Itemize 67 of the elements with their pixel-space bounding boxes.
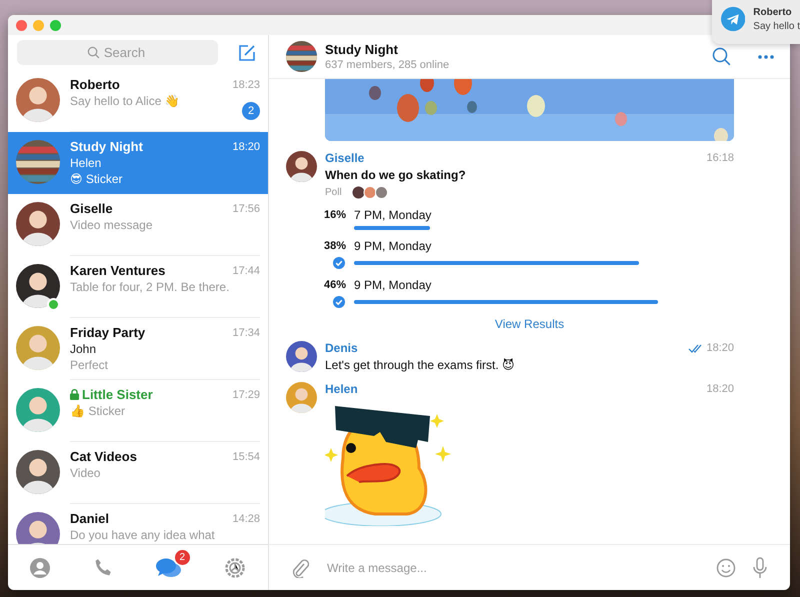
author-name: Giselle <box>325 151 364 165</box>
poll-option: 9 PM, Monday <box>354 239 734 253</box>
profile-icon <box>28 556 51 578</box>
chat-name: Giselle <box>70 201 113 216</box>
notification-text: Say hello t <box>753 20 800 32</box>
author-name: Denis <box>325 341 358 355</box>
chat-name: Karen Ventures <box>70 263 166 278</box>
notification-banner[interactable]: Roberto Say hello t <box>712 0 800 44</box>
search-icon <box>87 46 100 59</box>
zoom-button[interactable] <box>50 20 61 30</box>
close-button[interactable] <box>16 20 27 30</box>
message-preview: Video message <box>70 218 154 232</box>
chat-time: 18:20 <box>232 140 260 152</box>
message-preview: Video <box>70 466 102 480</box>
poll-label: Poll <box>325 187 342 198</box>
chat-title: Study Night <box>325 42 399 57</box>
chat-name: Cat Videos <box>70 449 137 464</box>
message-preview: Table for four, 2 PM. Be there. <box>70 280 230 294</box>
message-time: 18:20 <box>706 342 734 354</box>
message-time: 16:18 <box>706 152 734 164</box>
member-count: 637 members, 285 online <box>325 59 450 71</box>
chat-name: Roberto <box>70 77 120 92</box>
more-button[interactable] <box>758 54 774 58</box>
message-preview: Say hello to Alice 👋 <box>70 94 181 108</box>
poll-option: 7 PM, Monday <box>354 208 734 222</box>
poll-percent: 46% <box>324 279 348 291</box>
chat-name: Friday Party <box>70 325 146 340</box>
chat-name: Study Night <box>70 139 143 154</box>
poll-percent: 16% <box>324 209 348 221</box>
chat-time: 17:44 <box>232 264 260 276</box>
settings-icon <box>223 556 248 580</box>
message-text: Let's get through the exams first. 😈 <box>325 358 516 372</box>
author-name: Helen <box>325 382 358 396</box>
view-results-button[interactable]: View Results <box>494 317 564 331</box>
unread-badge: 2 <box>242 102 260 120</box>
unread-badge: 2 <box>174 550 190 564</box>
voter-avatars-icon <box>352 186 390 199</box>
poll-question: When do we go skating? <box>325 168 467 182</box>
chat-time: 15:54 <box>232 450 260 462</box>
message-preview: 😎 Sticker <box>70 172 124 186</box>
microphone-button[interactable] <box>752 556 768 578</box>
sender-name: John <box>70 342 98 356</box>
chat-time: 17:56 <box>232 202 260 214</box>
chat-time: 17:29 <box>232 388 260 400</box>
chat-list-item[interactable]: Study Night 18:20 Helen 😎 Sticker <box>8 132 268 194</box>
attach-button[interactable] <box>291 558 309 578</box>
message-time: 18:20 <box>706 383 734 395</box>
message-preview: Do you have any idea what <box>70 528 216 542</box>
chat-time: 17:34 <box>232 326 260 338</box>
poll-option: 9 PM, Monday <box>354 278 734 292</box>
emoji-button[interactable] <box>716 558 736 578</box>
paper-plane-icon <box>721 6 746 32</box>
poll-percent: 38% <box>324 240 348 252</box>
message-preview: Perfect <box>70 358 110 372</box>
search-field[interactable]: Search <box>17 40 218 65</box>
chat-name: Little Sister <box>70 387 153 402</box>
chat-time: 18:23 <box>232 78 260 90</box>
chat-time: 14:28 <box>232 512 260 524</box>
chat-bubbles-icon <box>156 556 182 578</box>
notification-title: Roberto <box>753 6 793 18</box>
compose-button[interactable] <box>238 44 256 62</box>
sender-name: Helen <box>70 156 102 170</box>
message-preview: 👍 Sticker <box>70 404 126 418</box>
search-button[interactable] <box>712 46 732 66</box>
chat-name: Daniel <box>70 511 110 526</box>
chats-tab[interactable]: 2 <box>148 548 190 586</box>
minimize-button[interactable] <box>33 20 44 30</box>
